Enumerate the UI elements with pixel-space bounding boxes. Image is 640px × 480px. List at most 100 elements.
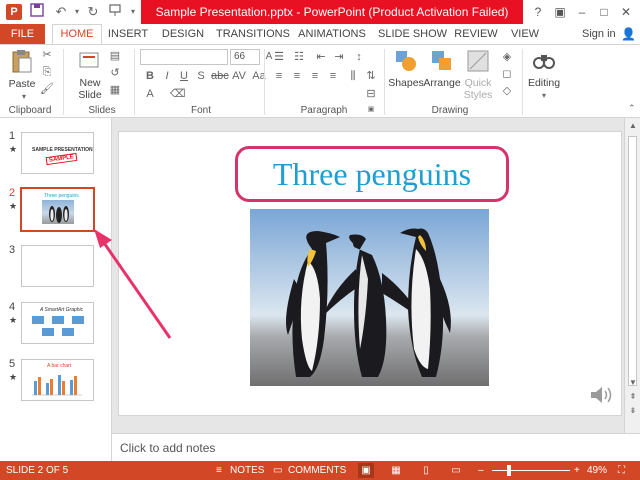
- cut-icon[interactable]: ✂: [40, 48, 54, 62]
- align-left-icon[interactable]: ≡: [272, 69, 286, 83]
- notes-toggle-button[interactable]: NOTES: [230, 461, 264, 480]
- vertical-scrollbar[interactable]: ▲ ▼ ⇞ ⇟: [624, 118, 640, 433]
- editing-button[interactable]: Editing: [526, 77, 562, 89]
- binoculars-icon[interactable]: [532, 49, 556, 73]
- notes-pane[interactable]: Click to add notes: [112, 433, 640, 461]
- shapes-icon[interactable]: [394, 49, 418, 73]
- minimize-icon[interactable]: –: [571, 0, 593, 24]
- current-slide[interactable]: Three penguins: [118, 131, 622, 416]
- tab-animations[interactable]: ANIMATIONS: [296, 24, 368, 44]
- notes-placeholder[interactable]: Click to add notes: [120, 441, 215, 455]
- tab-transitions[interactable]: TRANSITIONS: [216, 24, 290, 44]
- quick-styles-label-line1[interactable]: Quick: [460, 77, 496, 89]
- align-right-icon[interactable]: ≡: [308, 69, 322, 83]
- fit-slide-icon[interactable]: ⛶: [618, 461, 625, 480]
- start-from-beginning-icon[interactable]: [106, 3, 124, 21]
- shape-outline-icon[interactable]: ◻: [500, 67, 514, 81]
- tab-design[interactable]: DESIGN: [160, 24, 206, 44]
- text-direction-icon[interactable]: ⇅: [364, 69, 378, 83]
- notes-toggle-icon[interactable]: ≡: [216, 461, 222, 480]
- customize-qat-icon[interactable]: ▾: [124, 3, 142, 21]
- new-slide-label-line1[interactable]: New: [72, 77, 108, 89]
- reset-icon[interactable]: ↺: [108, 66, 122, 80]
- tab-home[interactable]: HOME: [52, 24, 102, 44]
- format-painter-icon[interactable]: 🖌: [40, 82, 54, 96]
- scrollbar-thumb[interactable]: [628, 136, 637, 386]
- save-icon[interactable]: [28, 3, 46, 21]
- previous-slide-icon[interactable]: ⇞: [628, 392, 638, 402]
- italic-icon[interactable]: I: [160, 69, 174, 83]
- new-slide-icon[interactable]: [78, 49, 102, 73]
- comments-button[interactable]: COMMENTS: [288, 461, 346, 480]
- decrease-indent-icon[interactable]: ⇤: [314, 50, 328, 64]
- slide-thumbnail-5[interactable]: A bar chart: [21, 359, 94, 401]
- slide-sorter-view-icon[interactable]: ▦: [388, 463, 404, 478]
- paste-icon[interactable]: [10, 49, 34, 73]
- tab-insert[interactable]: INSERT: [106, 24, 150, 44]
- quick-styles-label-line2[interactable]: Styles: [460, 89, 496, 101]
- underline-icon[interactable]: U: [177, 69, 191, 83]
- next-slide-icon[interactable]: ⇟: [628, 406, 638, 416]
- line-spacing-icon[interactable]: ↕: [352, 50, 366, 64]
- redo-icon[interactable]: ↻: [84, 3, 102, 21]
- collapse-ribbon-icon[interactable]: ⌃: [628, 103, 636, 114]
- zoom-out-icon[interactable]: –: [478, 461, 484, 480]
- zoom-in-icon[interactable]: +: [574, 461, 580, 480]
- arrange-button[interactable]: Arrange: [422, 77, 462, 89]
- editing-dropdown-icon[interactable]: ▾: [537, 89, 551, 103]
- increase-indent-icon[interactable]: ⇥: [332, 50, 346, 64]
- justify-icon[interactable]: ≡: [326, 69, 340, 83]
- new-slide-label-line2[interactable]: Slide: [72, 89, 108, 101]
- section-icon[interactable]: ▦: [108, 83, 122, 97]
- slide-thumbnail-2[interactable]: Three penguins: [20, 187, 95, 232]
- zoom-slider[interactable]: [492, 470, 570, 471]
- ribbon-display-icon[interactable]: ▣: [549, 0, 571, 24]
- clear-formatting-icon[interactable]: ⌫: [170, 87, 186, 101]
- slide-thumbnail-3[interactable]: [21, 245, 94, 287]
- zoom-level[interactable]: 49%: [587, 461, 607, 480]
- reading-view-icon[interactable]: ▯: [418, 463, 434, 478]
- maximize-icon[interactable]: □: [593, 0, 615, 24]
- tab-review[interactable]: REVIEW: [454, 24, 498, 44]
- help-icon[interactable]: ?: [527, 0, 549, 24]
- slide-show-view-icon[interactable]: ▭: [448, 463, 464, 478]
- bullets-icon[interactable]: ☰: [272, 50, 286, 64]
- font-size-dropdown[interactable]: 66: [230, 49, 260, 65]
- scroll-down-icon[interactable]: ▼: [628, 378, 638, 388]
- columns-icon[interactable]: ⫼: [346, 69, 360, 83]
- slide-title-placeholder[interactable]: Three penguins: [235, 146, 509, 202]
- tab-slide-show[interactable]: SLIDE SHOW: [378, 24, 447, 44]
- shape-effects-icon[interactable]: ◇: [500, 84, 514, 98]
- quick-styles-icon[interactable]: [466, 49, 490, 73]
- align-text-icon[interactable]: ⊟: [364, 87, 378, 101]
- text-shadow-icon[interactable]: S: [194, 69, 208, 83]
- sign-in-link[interactable]: Sign in: [582, 24, 616, 44]
- normal-view-icon[interactable]: ▣: [358, 463, 374, 478]
- shapes-button[interactable]: Shapes: [386, 77, 426, 89]
- numbering-icon[interactable]: ☷: [292, 50, 306, 64]
- arrange-icon[interactable]: [430, 49, 454, 73]
- font-color-icon[interactable]: A: [143, 87, 157, 101]
- zoom-slider-thumb[interactable]: [506, 465, 511, 476]
- tab-view[interactable]: VIEW: [508, 24, 542, 44]
- close-icon[interactable]: ✕: [615, 0, 637, 24]
- copy-icon[interactable]: ⎘: [40, 65, 54, 79]
- scroll-up-icon[interactable]: ▲: [628, 121, 638, 131]
- bold-icon[interactable]: B: [143, 69, 157, 83]
- shape-fill-icon[interactable]: ◈: [500, 50, 514, 64]
- layout-icon[interactable]: ▤: [108, 49, 122, 63]
- speaker-icon[interactable]: [589, 384, 615, 406]
- paste-dropdown-icon[interactable]: ▾: [17, 90, 31, 104]
- align-center-icon[interactable]: ≡: [290, 69, 304, 83]
- font-family-dropdown[interactable]: [140, 49, 228, 65]
- penguins-picture[interactable]: [250, 209, 489, 386]
- paste-button[interactable]: Paste: [7, 78, 37, 90]
- user-icon[interactable]: 👤: [621, 27, 636, 41]
- slide-thumbnail-1[interactable]: SAMPLE PRESENTATION SAMPLE: [21, 132, 94, 174]
- strikethrough-icon[interactable]: abc: [211, 69, 229, 83]
- character-spacing-icon[interactable]: AV: [232, 69, 246, 83]
- slide-title[interactable]: Three penguins: [238, 149, 506, 199]
- tab-file[interactable]: FILE: [0, 24, 45, 44]
- slide-thumbnail-4[interactable]: A SmartArt Graphic: [21, 302, 94, 344]
- comments-icon[interactable]: ▭: [273, 461, 282, 480]
